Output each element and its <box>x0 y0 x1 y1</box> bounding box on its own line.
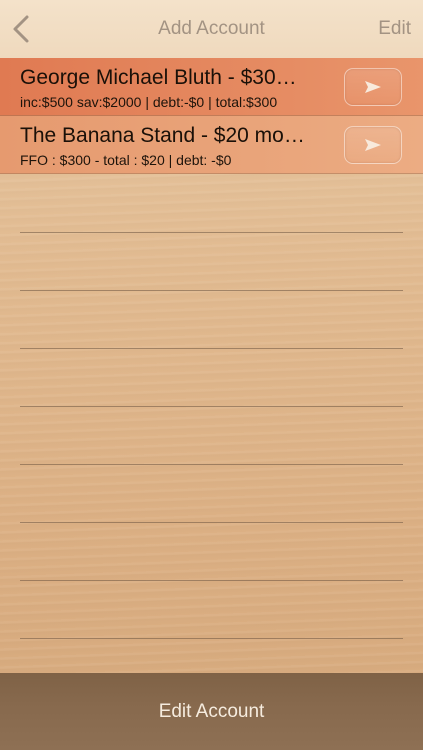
empty-row-divider <box>20 232 403 233</box>
empty-row-divider <box>20 638 403 639</box>
account-title: George Michael Bluth - $30… <box>20 66 297 89</box>
play-arrow-icon <box>365 81 381 93</box>
empty-row-divider <box>20 290 403 291</box>
play-arrow-icon <box>365 139 381 151</box>
empty-row-divider <box>20 348 403 349</box>
empty-row-divider <box>20 580 403 581</box>
account-summary: FFO : $300 - total : $20 | debt: -$0 <box>20 152 232 168</box>
empty-row-divider <box>20 406 403 407</box>
account-row[interactable]: George Michael Bluth - $30… inc:$500 sav… <box>0 58 423 116</box>
account-row[interactable]: The Banana Stand - $20 mo… FFO : $300 - … <box>0 116 423 174</box>
add-account-button[interactable]: Add Account <box>0 18 423 40</box>
empty-row-divider <box>20 522 403 523</box>
open-account-button[interactable] <box>344 68 402 106</box>
edit-account-button[interactable]: Edit Account <box>0 673 423 750</box>
edit-account-label: Edit Account <box>158 700 265 722</box>
edit-button[interactable]: Edit <box>378 18 411 40</box>
account-summary: inc:$500 sav:$2000 | debt:-$0 | total:$3… <box>20 94 278 110</box>
empty-row-divider <box>20 464 403 465</box>
navigation-bar: Add Account Edit <box>0 0 423 58</box>
open-account-button[interactable] <box>344 126 402 164</box>
account-title: The Banana Stand - $20 mo… <box>20 124 305 147</box>
